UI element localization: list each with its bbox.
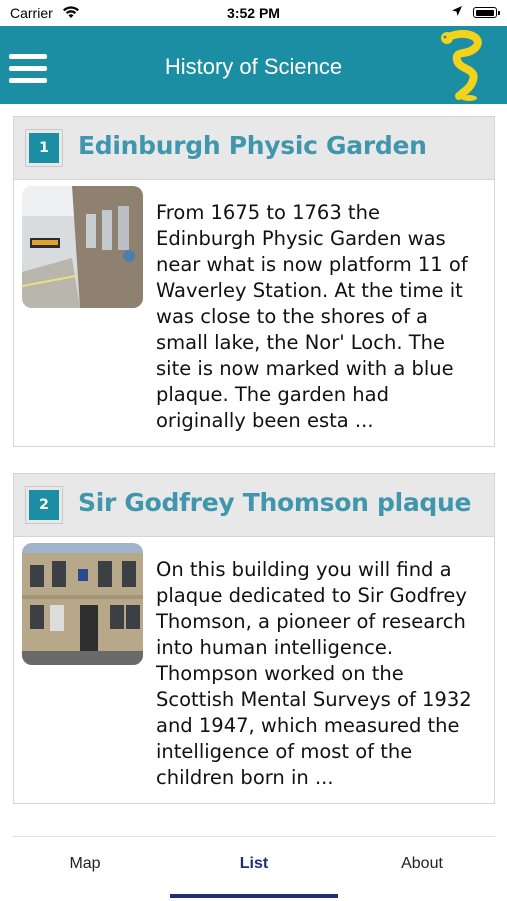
list-item-header: 1 Edinburgh Physic Garden — [14, 117, 494, 180]
item-title[interactable]: Edinburgh Physic Garden — [78, 131, 427, 160]
item-number-badge: 1 — [26, 130, 62, 166]
station-platform-thumbnail[interactable] — [22, 186, 143, 308]
tab-about[interactable]: About — [342, 855, 502, 873]
serpent-logo-icon — [441, 30, 482, 101]
active-tab-indicator — [170, 894, 338, 898]
tab-list[interactable]: List — [174, 855, 334, 873]
list-item-header: 2 Sir Godfrey Thomson plaque — [14, 474, 494, 537]
bottom-tab-bar: Map List About — [13, 836, 495, 901]
list-item[interactable]: 2 Sir Godfrey Thomson plaque On this bui… — [13, 473, 495, 804]
status-bar: Carrier 3:52 PM — [0, 0, 507, 26]
tab-map[interactable]: Map — [5, 855, 165, 873]
list-item-body: From 1675 to 1763 the Edinburgh Physic G… — [14, 180, 494, 446]
battery-icon — [473, 7, 500, 18]
site-list: 1 Edinburgh Physic Garden From 1675 to 1… — [13, 116, 495, 804]
item-number-badge: 2 — [26, 487, 62, 523]
item-description: On this building you will find a plaque … — [156, 558, 472, 789]
list-item[interactable]: 1 Edinburgh Physic Garden From 1675 to 1… — [13, 116, 495, 447]
app-header: History of Science — [0, 26, 507, 104]
item-description: From 1675 to 1763 the Edinburgh Physic G… — [156, 201, 468, 432]
item-title[interactable]: Sir Godfrey Thomson plaque — [78, 488, 471, 517]
status-time: 3:52 PM — [227, 5, 280, 21]
list-item-body: On this building you will find a plaque … — [14, 537, 494, 803]
building-thumbnail[interactable] — [22, 543, 143, 665]
page-title: History of Science — [164, 54, 343, 79]
location-arrow-icon — [452, 6, 462, 16]
